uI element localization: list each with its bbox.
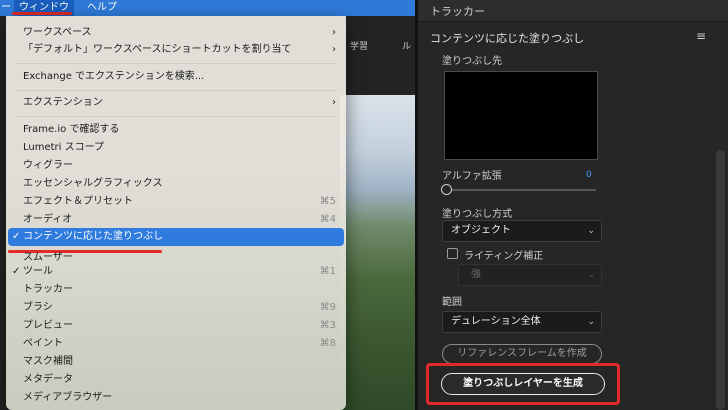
menu-item-label: ツール [23,266,53,277]
alpha-expand-label: アルファ拡張 [442,171,502,182]
menu-item-label: エクステンション [23,97,103,108]
menu-item-label: マスク補間 [23,356,73,367]
tab-small[interactable]: ル [402,39,411,52]
alpha-expand-slider[interactable] [446,189,596,191]
chevron-right-icon: › [332,44,336,55]
chevron-down-icon: ⌄ [587,317,595,327]
menu-item-media-browser[interactable]: メディアブラウザー [8,389,344,406]
menu-item-paint[interactable]: ペイント ⌘8 [8,335,344,352]
menu-item-preview[interactable]: プレビュー ⌘3 [8,317,344,334]
menu-item-wiggler[interactable]: ウィグラー [8,157,344,174]
tracker-panel-header: トラッカー [418,0,728,22]
chevron-right-icon: › [332,27,336,38]
menu-item-label: ペイント [23,338,63,349]
strength-dropdown[interactable]: 強 ⌄ [458,264,602,286]
fill-method-value: オブジェクト [451,225,511,236]
menu-item-exchange[interactable]: Exchange でエクステンションを検索... [8,68,344,85]
menu-item-label: プレビュー [23,320,73,331]
menu-item-label: ワークスペース [23,27,92,38]
content-aware-fill-panel: トラッカー コンテンツに応じた塗りつぶし ≡ 塗りつぶし先 アルファ拡張 0 塗… [418,0,728,410]
menu-item-shortcut: ⌘9 [319,302,336,313]
panel-menu-icon[interactable]: ≡ [696,29,706,43]
menu-item-effects-presets[interactable]: エフェクト＆プリセット ⌘5 [8,193,344,210]
menu-item-shortcut: ⌘3 [319,320,336,331]
fill-method-label: 塗りつぶし方式 [442,209,513,220]
chevron-down-icon: ⌄ [587,226,595,236]
range-value: デュレーション全体 [451,316,541,327]
window-menu-annotation [12,12,72,15]
menu-item-extensions[interactable]: エクステンション › [8,94,344,111]
menu-separator [16,90,336,91]
tracker-panel-title[interactable]: トラッカー [430,3,485,19]
menu-separator [16,63,336,64]
menu-item-mask-interpolation[interactable]: マスク補間 [8,353,344,370]
lighting-correction-checkbox[interactable] [447,248,458,259]
lighting-correction-label: ライティング補正 [464,251,544,262]
tab-learn[interactable]: 学習 [350,39,368,52]
menu-item-label: エフェクト＆プリセット [23,196,133,207]
workspace-tabs: 学習 ル [340,36,415,54]
menu-item-lumetri[interactable]: Lumetri スコープ [8,139,344,156]
range-dropdown[interactable]: デュレーション全体 ⌄ [442,311,602,333]
menu-item-essential-graphics[interactable]: エッセンシャルグラフィックス [8,175,344,192]
menu-item-brush[interactable]: ブラシ ⌘9 [8,299,344,316]
checkmark-icon: ✓ [12,266,21,277]
fill-target-label: 塗りつぶし先 [442,56,503,67]
menu-item-metadata[interactable]: メタデータ [8,371,344,388]
chevron-down-icon: ⌄ [587,270,595,280]
menu-item-content-aware-fill[interactable]: ✓ コンテンツに応じた塗りつぶし [8,228,344,246]
menu-item-shortcut: ⌘8 [319,338,336,349]
menu-item-label: Lumetri スコープ [23,142,105,153]
generate-fill-layer-button[interactable]: 塗りつぶしレイヤーを生成 [441,373,605,395]
fill-target-swatch[interactable] [444,71,598,160]
menu-item-label: ブラシ [23,302,53,313]
alpha-expand-slider-handle[interactable] [441,184,452,195]
menu-item-label: コンテンツに応じた塗りつぶし [23,231,164,242]
panel-title: コンテンツに応じた塗りつぶし [430,32,585,45]
window-menu-dropdown: ワークスペース › 「デフォルト」ワークスペースにショートカットを割り当て › … [6,16,346,410]
composition-viewer[interactable] [340,95,415,410]
fill-method-dropdown[interactable]: オブジェクト ⌄ [442,220,602,242]
menu-separator [16,116,336,117]
menu-item-shortcut: ⌘4 [319,214,336,225]
menu-item-tracker[interactable]: トラッカー [8,281,344,298]
menu-item-label: エッセンシャルグラフィックス [23,178,163,189]
panel-scrollbar[interactable] [716,150,725,410]
menu-item-label: ウィグラー [23,160,73,171]
chevron-right-icon: › [332,97,336,108]
create-reference-frame-button[interactable]: リファレンスフレームを作成 [442,344,602,364]
menu-item-shortcut: ⌘1 [319,266,336,277]
menu-item-audio[interactable]: オーディオ ⌘4 [8,211,344,228]
menu-item-tools[interactable]: ✓ ツール ⌘1 [8,263,344,280]
menu-item-assign-shortcut[interactable]: 「デフォルト」ワークスペースにショートカットを割り当て › [8,41,344,58]
alpha-expand-value[interactable]: 0 [586,170,592,180]
menu-item-frameio[interactable]: Frame.io で確認する [8,121,344,138]
menu-item-label: オーディオ [23,214,73,225]
menu-item-workspace[interactable]: ワークスペース › [8,24,344,41]
menu-item-label: 「デフォルト」ワークスペースにショートカットを割り当て [23,44,292,55]
range-label: 範囲 [442,297,462,308]
menu-item-label: メディアブラウザー [23,392,113,403]
menu-item-label: メタデータ [23,374,73,385]
menubar-item-help[interactable]: ヘルプ [82,0,122,16]
checkmark-icon: ✓ [12,231,21,242]
strength-value: 強 [471,269,481,280]
menu-item-label: Frame.io で確認する [23,124,120,135]
menu-item-label: Exchange でエクステンションを検索... [23,71,205,82]
menu-item-label: トラッカー [23,284,73,295]
menu-item-shortcut: ⌘5 [319,196,336,207]
